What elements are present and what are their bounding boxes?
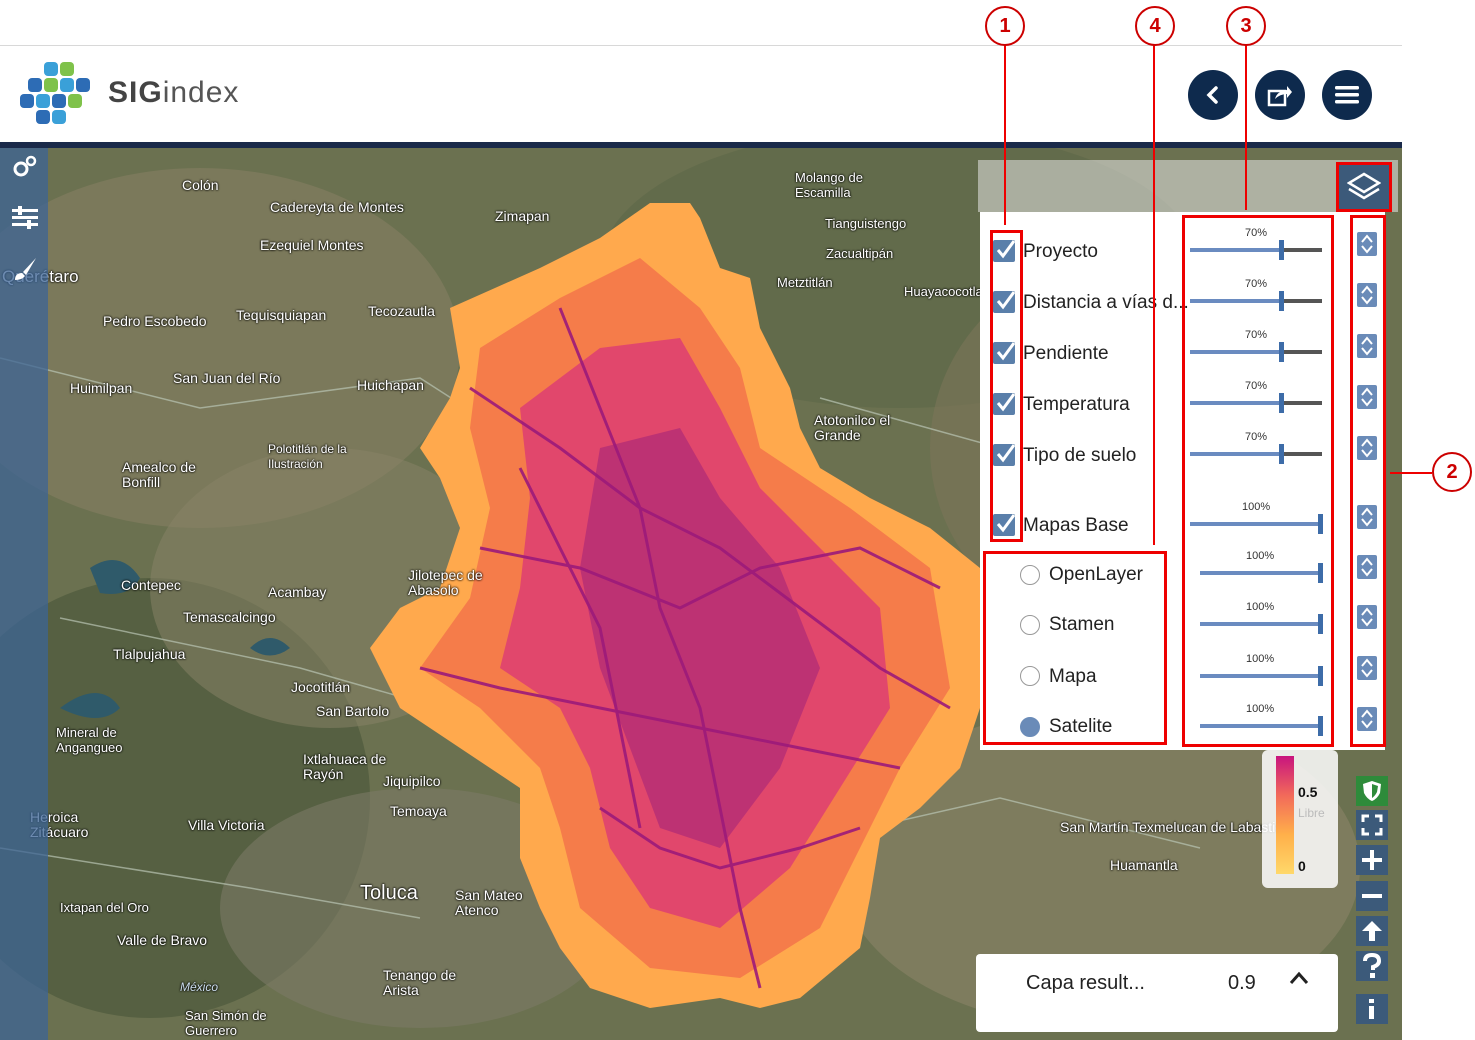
map-label: Jiquipilco — [383, 773, 441, 789]
map-label: Cadereyta de Montes — [270, 199, 404, 215]
map-label: Tianguistengo — [825, 216, 907, 231]
map-label: San Juan del Río — [173, 370, 281, 386]
help-icon — [1363, 953, 1382, 978]
share-icon — [1267, 86, 1292, 107]
callout-1: 1 — [985, 6, 1025, 46]
settings-icon[interactable] — [12, 154, 38, 180]
callout-2: 2 — [1432, 452, 1472, 492]
map-label: Tlalpujahua — [113, 646, 186, 662]
map-label: San Martín Texmelucan de Labastida — [1060, 819, 1291, 835]
brush-icon[interactable] — [12, 256, 38, 282]
map-label: Metztitlán — [777, 275, 833, 290]
zoom-in-icon — [1362, 850, 1382, 870]
fullscreen-icon — [1361, 814, 1383, 836]
zoom-in-button[interactable] — [1356, 845, 1388, 875]
map-label: Colón — [182, 177, 219, 193]
callout-line — [1153, 45, 1155, 545]
map-label: Ixtlahuaca de Rayón — [303, 751, 387, 782]
info-button[interactable] — [1356, 994, 1388, 1024]
map-label: Huimilpan — [70, 380, 133, 396]
map-label: México — [180, 980, 219, 994]
map-label: San Bartolo — [316, 703, 390, 719]
legend-min: 0 — [1298, 858, 1306, 874]
layers-toggle-button[interactable] — [1336, 162, 1392, 212]
legend-gradient — [1276, 756, 1294, 874]
map-label: Zacualtipán — [826, 246, 894, 261]
annotation-box-reorder — [1350, 215, 1386, 747]
map-label: Ixtapan del Oro — [60, 900, 149, 915]
layers-panel-header — [978, 160, 1398, 212]
callout-4: 4 — [1135, 6, 1175, 46]
layer-label: Mapas Base — [1023, 515, 1129, 536]
share-button[interactable] — [1255, 70, 1305, 120]
layer-label: Proyecto — [1023, 241, 1098, 262]
shield-button[interactable] — [1356, 776, 1388, 806]
map-label: Temascalcingo — [183, 609, 276, 625]
map-label: Toluca — [360, 882, 418, 904]
back-button[interactable] — [1188, 70, 1238, 120]
map-label: San Mateo Atenco — [455, 887, 523, 918]
map-label: Jilotepec de Abasolo — [408, 567, 483, 598]
map-label: Molango de Escamilla — [795, 170, 863, 200]
map-label: Contepec — [121, 577, 181, 593]
map-label: San Simón de Guerrero — [185, 1008, 267, 1038]
map-label: Amealco de Bonfill — [122, 459, 196, 490]
callout-line — [1004, 45, 1006, 225]
map-label: Villa Victoria — [188, 817, 265, 833]
map-label: Huamantla — [1110, 857, 1178, 873]
menu-button[interactable] — [1322, 70, 1372, 120]
map-label: Valle de Bravo — [117, 932, 208, 948]
layer-label: Tipo de suelo — [1023, 445, 1137, 466]
left-toolbar — [0, 148, 48, 1040]
annotation-box-checkboxes — [990, 230, 1023, 542]
zoom-out-icon — [1362, 894, 1382, 898]
map-label: Polotitlán de la Ilustración — [268, 442, 347, 471]
chevron-up-icon[interactable] — [1288, 970, 1310, 986]
app-name: SIGindex — [108, 76, 240, 109]
layers-icon — [1347, 172, 1381, 200]
north-arrow-icon — [1362, 921, 1382, 941]
map-label: Pedro Escobedo — [103, 313, 207, 329]
result-layer-panel[interactable]: Capa result... 0.9 — [976, 954, 1338, 1032]
layer-label: Distancia a vías d... — [1023, 292, 1189, 313]
map-label: Jocotitlán — [291, 679, 351, 695]
annotation-box-basemaps — [983, 551, 1167, 745]
help-button[interactable] — [1356, 951, 1388, 981]
layer-label: Temperatura — [1023, 394, 1130, 415]
shield-icon — [1363, 781, 1381, 801]
hamburger-icon — [1335, 86, 1359, 104]
chevron-left-icon — [1206, 86, 1218, 104]
map-label: Temoaya — [390, 803, 447, 819]
result-layer-label: Capa result... — [1026, 972, 1145, 994]
callout-line — [1390, 472, 1432, 474]
map-legend: 0.5 Libre 0 — [1262, 750, 1338, 888]
north-button[interactable] — [1356, 916, 1388, 946]
map-label: Huichapan — [357, 377, 424, 393]
annotation-box-sliders — [1182, 215, 1334, 747]
info-icon — [1369, 999, 1374, 1019]
legend-max: 0.5 — [1298, 784, 1318, 800]
map-label: Atotonilco el Grande — [814, 412, 891, 443]
map-label: Huayacocotla — [904, 284, 983, 299]
map-label: Tenango de Arista — [383, 967, 457, 998]
sigindex-logo — [20, 62, 90, 124]
callout-3: 3 — [1226, 6, 1266, 46]
legend-note: Libre — [1298, 806, 1325, 820]
map-label: Acambay — [268, 584, 327, 600]
sliders-icon[interactable] — [12, 205, 38, 231]
callout-line — [1245, 45, 1247, 210]
layer-label: Pendiente — [1023, 343, 1109, 364]
map-label: Tequisquiapan — [236, 307, 327, 323]
map-label: Mineral de Angangueo — [56, 725, 123, 755]
map-label: Ezequiel Montes — [260, 237, 364, 253]
fullscreen-button[interactable] — [1356, 810, 1388, 840]
zoom-out-button[interactable] — [1356, 881, 1388, 911]
map-label: Zimapan — [495, 208, 550, 224]
result-layer-value: 0.9 — [1228, 972, 1256, 994]
map-label: Tecozautla — [368, 303, 435, 319]
